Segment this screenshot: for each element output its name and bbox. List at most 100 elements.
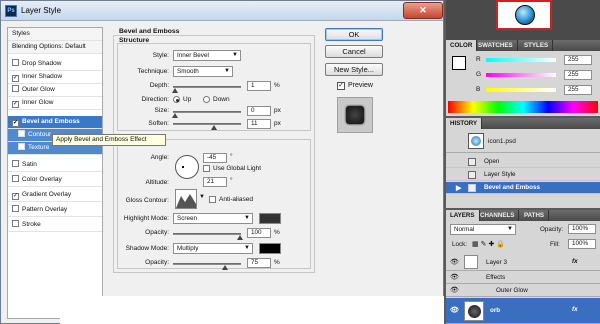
ok-button[interactable]: OK: [325, 28, 383, 41]
checkbox[interactable]: [12, 160, 19, 167]
highlight-opacity-slider[interactable]: [173, 233, 241, 235]
tab-color[interactable]: COLOR: [446, 40, 478, 51]
style-item-inner-glow[interactable]: ✓ Inner Glow: [8, 97, 102, 110]
style-item-satin[interactable]: Satin: [8, 159, 102, 172]
eye-icon[interactable]: 👁: [450, 286, 459, 294]
checkbox[interactable]: ✓: [12, 120, 19, 127]
cancel-button[interactable]: Cancel: [325, 45, 383, 58]
tab-styles[interactable]: STYLES: [520, 40, 554, 51]
angle-dial-dot: [182, 166, 184, 168]
blend-mode-select[interactable]: Normal ▼: [450, 224, 516, 235]
new-style-button[interactable]: New Style...: [325, 63, 383, 76]
soften-unit: px: [274, 120, 281, 127]
eye-icon[interactable]: 👁: [450, 273, 459, 281]
blue-slider[interactable]: [486, 88, 556, 92]
layer-row-orb[interactable]: 👁 orb fx: [446, 298, 600, 324]
layer-row-layer3[interactable]: 👁 Layer 3 fx: [446, 254, 600, 271]
soften-slider-handle[interactable]: [211, 125, 217, 130]
history-item-bevel-emboss[interactable]: ▶ Bevel and Emboss: [446, 182, 600, 194]
blue-input[interactable]: 255: [564, 85, 592, 95]
direction-down-radio[interactable]: [203, 96, 210, 103]
fx-icon[interactable]: fx: [572, 258, 578, 265]
direction-up-radio[interactable]: [173, 96, 180, 103]
tab-history[interactable]: HISTORY: [446, 118, 483, 129]
chevron-down-icon[interactable]: ▼: [199, 194, 205, 200]
angle-input[interactable]: -45: [203, 153, 227, 163]
fill-input[interactable]: 100%: [568, 239, 596, 249]
depth-input[interactable]: 1: [247, 81, 271, 91]
style-item-color-overlay[interactable]: Color Overlay: [8, 174, 102, 187]
close-button[interactable]: ✕: [403, 2, 443, 19]
style-item-drop-shadow[interactable]: Drop Shadow: [8, 58, 102, 71]
green-input[interactable]: 255: [564, 70, 592, 80]
color-spectrum-bar[interactable]: [448, 101, 598, 113]
dialog-titlebar[interactable]: Ps Layer Style ✕: [1, 1, 443, 21]
foreground-color-swatch[interactable]: [452, 56, 466, 70]
tab-channels[interactable]: CHANNELS: [476, 210, 520, 221]
shadow-opacity-handle[interactable]: [222, 265, 228, 270]
style-item-pattern-overlay[interactable]: Pattern Overlay: [8, 204, 102, 217]
technique-value: Smooth: [177, 68, 199, 75]
shadow-opacity-input[interactable]: 75: [247, 258, 271, 268]
highlight-mode-select[interactable]: Screen ▼: [173, 213, 253, 224]
altitude-input[interactable]: 21: [203, 177, 227, 187]
checkbox[interactable]: [12, 59, 19, 66]
style-item-stroke[interactable]: Stroke: [8, 219, 102, 232]
checkbox[interactable]: [12, 220, 19, 227]
depth-slider[interactable]: [173, 86, 241, 88]
checkbox[interactable]: [12, 175, 19, 182]
checkbox[interactable]: [12, 205, 19, 212]
size-input[interactable]: 0: [247, 106, 271, 116]
angle-dial[interactable]: [175, 155, 199, 179]
effect-name: Outer Glow: [496, 287, 528, 294]
style-item-bevel-emboss[interactable]: ✓ Bevel and Emboss: [8, 116, 102, 129]
shadow-mode-select[interactable]: Multiply ▼: [173, 243, 253, 254]
eye-icon[interactable]: 👁: [450, 258, 459, 266]
technique-select[interactable]: Smooth ▼: [173, 66, 233, 77]
fx-icon[interactable]: fx: [572, 306, 578, 313]
eye-icon[interactable]: 👁: [450, 306, 459, 314]
history-snapshot-row[interactable]: icon1.psd: [446, 131, 600, 153]
checkbox[interactable]: ✓: [12, 193, 19, 200]
tab-paths[interactable]: PATHS: [520, 210, 550, 221]
gloss-contour-picker[interactable]: [175, 189, 197, 209]
navigator-view-box[interactable]: [496, 0, 552, 30]
soften-slider[interactable]: [173, 123, 241, 125]
checkbox[interactable]: [12, 85, 19, 92]
use-global-light-checkbox[interactable]: [203, 165, 210, 172]
green-slider[interactable]: [486, 73, 556, 77]
history-item-layer-style[interactable]: Layer Style: [446, 169, 600, 181]
anti-aliased-checkbox[interactable]: [209, 196, 216, 203]
lock-icons[interactable]: ▦✎✚🔒: [472, 240, 507, 248]
soften-input[interactable]: 11: [247, 119, 271, 129]
layer-effect-outer-glow-row[interactable]: 👁 Outer Glow: [446, 285, 600, 297]
layer-opacity-input[interactable]: 100%: [568, 224, 596, 234]
blending-options-item[interactable]: Blending Options: Default: [8, 41, 102, 54]
style-item-outer-glow[interactable]: Outer Glow: [8, 84, 102, 97]
style-item-gradient-overlay[interactable]: ✓ Gradient Overlay: [8, 189, 102, 202]
highlight-color-swatch[interactable]: [259, 213, 281, 224]
shadow-mode-label: Shadow Mode:: [125, 245, 169, 252]
preview-checkbox[interactable]: ✓: [337, 82, 345, 90]
layer-effects-row[interactable]: 👁 Effects: [446, 272, 600, 284]
checkbox[interactable]: ✓: [12, 101, 19, 108]
style-select[interactable]: Inner Bevel ▼: [173, 50, 241, 61]
shadow-color-swatch[interactable]: [259, 243, 281, 254]
shadow-opacity-slider[interactable]: [173, 263, 241, 265]
history-item-open[interactable]: Open: [446, 156, 600, 168]
highlight-opacity-handle[interactable]: [237, 235, 243, 240]
checkbox[interactable]: [18, 130, 25, 137]
size-slider-handle[interactable]: [172, 113, 178, 118]
highlight-opacity-input[interactable]: 100: [247, 228, 271, 238]
chevron-down-icon: ▼: [507, 226, 513, 232]
tab-layers[interactable]: LAYERS: [446, 210, 480, 221]
checkbox[interactable]: ✓: [12, 75, 19, 82]
styles-header[interactable]: Styles: [8, 28, 102, 41]
red-input[interactable]: 255: [564, 55, 592, 65]
size-slider[interactable]: [173, 111, 241, 113]
red-slider[interactable]: [486, 58, 556, 62]
checkbox[interactable]: [18, 143, 25, 150]
style-item-inner-shadow[interactable]: ✓ Inner Shadow: [8, 71, 102, 84]
tab-swatches[interactable]: SWATCHES: [474, 40, 518, 51]
depth-slider-handle[interactable]: [172, 88, 178, 93]
